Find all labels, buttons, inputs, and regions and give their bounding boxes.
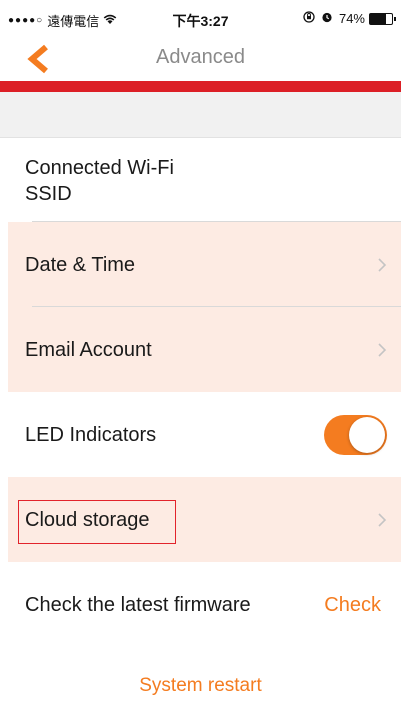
brand-red-bar — [0, 81, 401, 92]
battery-percent: 74% — [338, 11, 365, 26]
nav-bar: Advanced — [0, 36, 401, 81]
date-time-label: Date & Time — [25, 254, 136, 276]
system-restart-button[interactable]: System restart — [0, 675, 401, 697]
toggle-knob — [349, 417, 385, 453]
led-indicators-toggle[interactable] — [324, 415, 387, 455]
alarm-icon — [321, 11, 333, 26]
wifi-label-line2: SSID — [25, 183, 72, 205]
cloud-storage-label: Cloud storage — [25, 509, 150, 531]
row-cloud-storage[interactable]: Cloud storage — [8, 477, 401, 562]
row-led-indicators: LED Indicators — [8, 392, 401, 477]
status-right: 74% — [303, 11, 396, 26]
battery-fill — [370, 13, 387, 24]
row-date-time[interactable]: Date & Time — [8, 222, 401, 307]
row-email-account[interactable]: Email Account — [8, 307, 401, 392]
wifi-label-line1: Connected Wi-Fi — [25, 157, 174, 179]
check-button[interactable]: Check — [324, 592, 381, 618]
chevron-right-icon — [377, 342, 387, 358]
battery-icon — [369, 12, 396, 25]
chevron-right-icon — [377, 257, 387, 273]
led-indicators-label: LED Indicators — [25, 424, 157, 446]
row-connected-wifi-ssid: Connected Wi-Fi SSID — [8, 138, 401, 222]
section-spacer — [0, 92, 401, 138]
rotation-lock-icon — [303, 11, 315, 26]
check-firmware-label: Check the latest firmware — [25, 594, 251, 616]
status-bar: ●●●●○ 遠傳電信 下午3:27 74% — [0, 0, 401, 36]
chevron-right-icon — [377, 512, 387, 528]
row-check-firmware: Check the latest firmware Check — [8, 562, 401, 647]
wifi-ssid-label: Connected Wi-Fi SSID — [25, 155, 174, 207]
page-title: Advanced — [156, 46, 245, 68]
email-account-label: Email Account — [25, 339, 152, 361]
